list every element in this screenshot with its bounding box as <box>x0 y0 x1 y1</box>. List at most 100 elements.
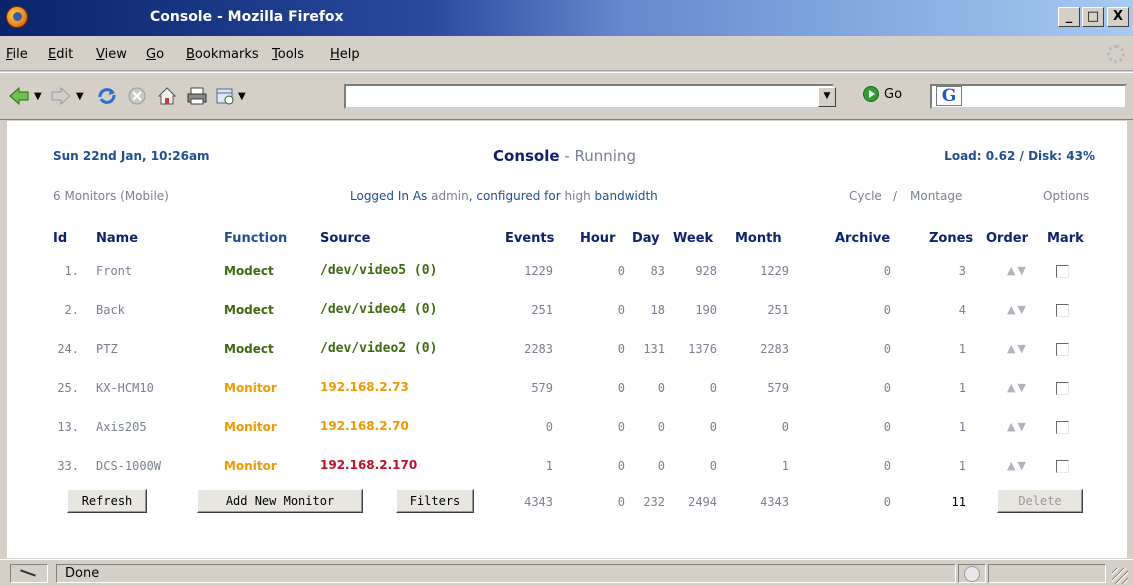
total-week[interactable]: 2494 <box>667 495 717 509</box>
run-state[interactable]: Running <box>575 147 636 165</box>
cell-source[interactable]: /dev/video5 (0) <box>320 263 500 278</box>
print-icon[interactable] <box>186 85 208 107</box>
cell-archive[interactable]: 0 <box>847 420 891 434</box>
cell-events[interactable]: 1229 <box>507 264 553 278</box>
mark-checkbox[interactable] <box>1056 421 1069 434</box>
cell-events[interactable]: 251 <box>507 303 553 317</box>
reload-icon[interactable] <box>96 85 118 107</box>
home-icon[interactable] <box>156 85 178 107</box>
google-search-engine-icon[interactable]: G <box>936 86 962 106</box>
address-bar-input[interactable] <box>344 84 834 109</box>
search-input[interactable]: G <box>930 84 1127 109</box>
cell-month[interactable]: 0 <box>737 420 789 434</box>
cell-archive[interactable]: 0 <box>847 342 891 356</box>
cell-hour[interactable]: 0 <box>587 459 625 473</box>
montage-link[interactable]: Montage <box>910 189 962 203</box>
options-link[interactable]: Options <box>1043 189 1089 203</box>
cell-zones[interactable]: 1 <box>922 459 966 473</box>
close-button[interactable]: X <box>1107 7 1129 27</box>
cell-source[interactable]: 192.168.2.170 <box>320 458 500 472</box>
cell-name[interactable]: Back <box>96 303 216 317</box>
menu-file[interactable]: File <box>6 47 28 62</box>
stop-icon[interactable] <box>126 85 148 107</box>
cell-source[interactable]: /dev/video4 (0) <box>320 302 500 317</box>
cell-name[interactable]: KX-HCM10 <box>96 381 216 395</box>
cell-archive[interactable]: 0 <box>847 264 891 278</box>
filters-button[interactable]: Filters <box>396 489 474 513</box>
cell-source[interactable]: 192.168.2.73 <box>320 380 500 394</box>
cell-month[interactable]: 251 <box>737 303 789 317</box>
go-button[interactable]: Go <box>863 86 902 102</box>
order-arrows-icon[interactable]: ▲▼ <box>1007 303 1028 316</box>
cell-archive[interactable]: 0 <box>847 381 891 395</box>
menu-tools[interactable]: Tools <box>272 47 304 62</box>
cell-hour[interactable]: 0 <box>587 381 625 395</box>
back-dropdown-icon[interactable]: ▼ <box>34 91 42 102</box>
cell-function[interactable]: Monitor <box>224 381 314 395</box>
refresh-button[interactable]: Refresh <box>67 489 147 513</box>
cell-hour[interactable]: 0 <box>587 264 625 278</box>
order-arrows-icon[interactable]: ▲▼ <box>1007 420 1028 433</box>
address-dropdown-button[interactable]: ▼ <box>818 87 836 107</box>
cell-week[interactable]: 0 <box>667 459 717 473</box>
cell-week[interactable]: 190 <box>667 303 717 317</box>
order-arrows-icon[interactable]: ▲▼ <box>1007 459 1028 472</box>
order-arrows-icon[interactable]: ▲▼ <box>1007 342 1028 355</box>
cell-hour[interactable]: 0 <box>587 420 625 434</box>
cell-day[interactable]: 83 <box>627 264 665 278</box>
cell-day[interactable]: 0 <box>627 420 665 434</box>
menu-bookmarks[interactable]: Bookmarks <box>186 47 259 62</box>
cell-day[interactable]: 131 <box>627 342 665 356</box>
history-icon[interactable] <box>214 85 236 107</box>
delete-button[interactable]: Delete <box>997 489 1083 513</box>
order-arrows-icon[interactable]: ▲▼ <box>1007 264 1028 277</box>
cell-week[interactable]: 928 <box>667 264 717 278</box>
cell-day[interactable]: 0 <box>627 381 665 395</box>
cell-source[interactable]: /dev/video2 (0) <box>320 341 500 356</box>
cell-name[interactable]: Axis205 <box>96 420 216 434</box>
cell-events[interactable]: 0 <box>507 420 553 434</box>
cell-hour[interactable]: 0 <box>587 303 625 317</box>
forward-icon[interactable] <box>50 85 72 107</box>
cell-zones[interactable]: 1 <box>922 420 966 434</box>
cell-month[interactable]: 1 <box>737 459 789 473</box>
add-new-monitor-button[interactable]: Add New Monitor <box>197 489 363 513</box>
cell-zones[interactable]: 3 <box>922 264 966 278</box>
resize-grip-icon[interactable] <box>1112 568 1128 584</box>
total-archive[interactable]: 0 <box>847 495 891 509</box>
cell-archive[interactable]: 0 <box>847 459 891 473</box>
order-arrows-icon[interactable]: ▲▼ <box>1007 381 1028 394</box>
cell-events[interactable]: 2283 <box>507 342 553 356</box>
forward-dropdown-icon[interactable]: ▼ <box>76 91 84 102</box>
cell-month[interactable]: 1229 <box>737 264 789 278</box>
total-day[interactable]: 232 <box>627 495 665 509</box>
mark-checkbox[interactable] <box>1056 304 1069 317</box>
back-icon[interactable] <box>8 85 30 107</box>
maximize-button[interactable]: □ <box>1082 7 1104 27</box>
cell-function[interactable]: Monitor <box>224 420 314 434</box>
cell-function[interactable]: Modect <box>224 342 314 356</box>
menu-edit[interactable]: Edit <box>48 47 73 62</box>
cell-name[interactable]: DCS-1000W <box>96 459 216 473</box>
history-dropdown-icon[interactable]: ▼ <box>238 91 246 102</box>
cell-week[interactable]: 0 <box>667 420 717 434</box>
mark-checkbox[interactable] <box>1056 460 1069 473</box>
cell-function[interactable]: Modect <box>224 264 314 278</box>
cell-day[interactable]: 18 <box>627 303 665 317</box>
cell-name[interactable]: Front <box>96 264 216 278</box>
mark-checkbox[interactable] <box>1056 343 1069 356</box>
username-link[interactable]: admin <box>431 189 469 203</box>
mark-checkbox[interactable] <box>1056 265 1069 278</box>
bandwidth-link[interactable]: high <box>565 189 591 203</box>
cell-function[interactable]: Monitor <box>224 459 314 473</box>
cell-day[interactable]: 0 <box>627 459 665 473</box>
cell-week[interactable]: 1376 <box>667 342 717 356</box>
total-month[interactable]: 4343 <box>737 495 789 509</box>
cell-hour[interactable]: 0 <box>587 342 625 356</box>
menu-help[interactable]: Help <box>330 47 360 62</box>
cell-zones[interactable]: 4 <box>922 303 966 317</box>
cell-zones[interactable]: 1 <box>922 381 966 395</box>
cell-name[interactable]: PTZ <box>96 342 216 356</box>
cell-events[interactable]: 579 <box>507 381 553 395</box>
cell-function[interactable]: Modect <box>224 303 314 317</box>
